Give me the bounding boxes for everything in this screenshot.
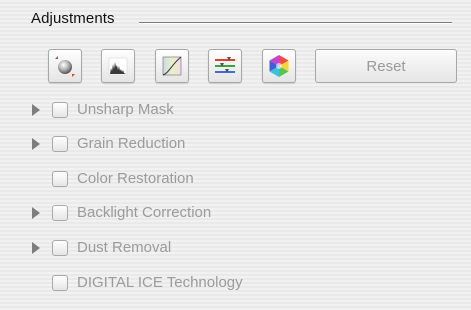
disclosure-triangle-icon[interactable]: [32, 138, 40, 150]
digital-ice-checkbox[interactable]: [52, 275, 68, 291]
color-wheel-button[interactable]: [262, 49, 296, 83]
tone-curve-button[interactable]: [155, 49, 189, 83]
adjustment-row-color-restoration: Color Restoration: [0, 168, 471, 190]
unsharp-mask-checkbox[interactable]: [52, 102, 68, 118]
histogram-icon: [106, 54, 130, 78]
color-balance-icon: [213, 54, 237, 78]
adjustment-row-digital-ice: DIGITAL ICE Technology: [0, 272, 471, 294]
unsharp-mask-label: Unsharp Mask: [77, 101, 174, 118]
digital-ice-label: DIGITAL ICE Technology: [77, 274, 243, 291]
grain-reduction-label: Grain Reduction: [77, 135, 186, 152]
disclosure-triangle-icon[interactable]: [32, 207, 40, 219]
adjustments-panel: Adjustments Reset Unsharp Mask Grain Red…: [0, 0, 471, 310]
color-restoration-label: Color Restoration: [77, 170, 194, 187]
adjustment-row-dust-removal: Dust Removal: [0, 237, 471, 259]
backlight-correction-checkbox[interactable]: [52, 205, 68, 221]
reset-button[interactable]: Reset: [315, 49, 457, 83]
dust-removal-checkbox[interactable]: [52, 240, 68, 256]
disclosure-triangle-icon[interactable]: [32, 104, 40, 116]
image-adjust-button[interactable]: [48, 49, 82, 83]
adjustment-row-grain-reduction: Grain Reduction: [0, 133, 471, 155]
adjustment-row-backlight-correction: Backlight Correction: [0, 202, 471, 224]
group-divider: [139, 22, 452, 24]
group-title: Adjustments: [31, 10, 115, 27]
dust-removal-label: Dust Removal: [77, 239, 172, 256]
color-wheel-icon: [266, 53, 292, 79]
tone-curve-icon: [160, 54, 184, 78]
backlight-correction-label: Backlight Correction: [77, 204, 212, 221]
disclosure-triangle-icon[interactable]: [32, 242, 40, 254]
grain-reduction-checkbox[interactable]: [52, 136, 68, 152]
image-adjust-icon: [53, 54, 77, 78]
histogram-button[interactable]: [101, 49, 135, 83]
color-restoration-checkbox[interactable]: [52, 171, 68, 187]
adjustment-row-unsharp-mask: Unsharp Mask: [0, 99, 471, 121]
color-balance-button[interactable]: [208, 49, 242, 83]
